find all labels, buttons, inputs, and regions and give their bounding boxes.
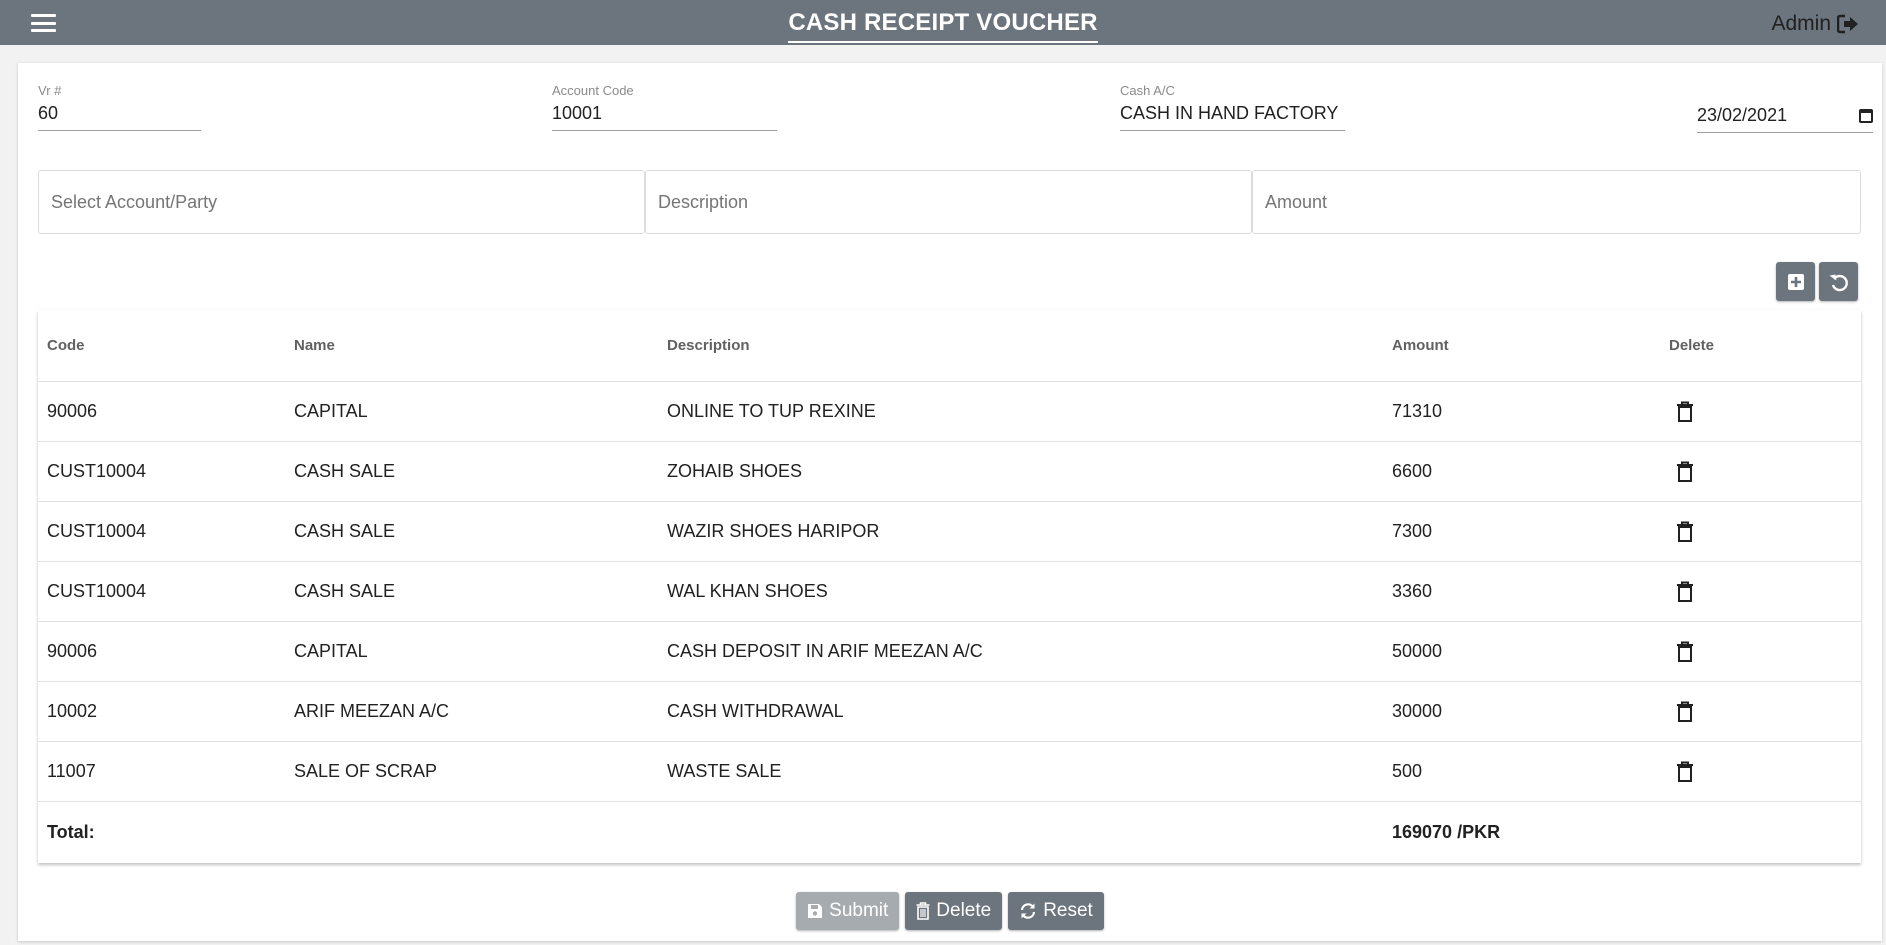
row-amount: 500	[1392, 761, 1423, 781]
row-code: CUST10004	[47, 461, 147, 481]
user-name: Admin	[1771, 12, 1831, 35]
row-description: CASH WITHDRAWAL	[667, 701, 844, 721]
top-app-bar: CASH RECEIPT VOUCHER Admin	[0, 0, 1886, 45]
row-name: ARIF MEEZAN A/C	[294, 701, 450, 721]
description-field[interactable]	[645, 170, 1252, 234]
row-amount: 50000	[1392, 641, 1443, 661]
column-code: Code	[47, 337, 85, 354]
row-description: ONLINE TO TUP REXINE	[667, 401, 876, 421]
column-amount: Amount	[1392, 337, 1449, 354]
trash-icon[interactable]	[1676, 682, 1694, 741]
undo-button[interactable]	[1819, 262, 1858, 301]
total-label: Total:	[47, 821, 95, 842]
trash-icon[interactable]	[1676, 562, 1694, 621]
total-value: 169070 /PKR	[1392, 821, 1501, 842]
trash-icon[interactable]	[1676, 502, 1694, 561]
row-code: 11007	[47, 761, 96, 781]
row-description: WAL KHAN SHOES	[667, 581, 828, 601]
account-code-field[interactable]: Account Code 10001	[552, 83, 777, 131]
trash-icon[interactable]	[1676, 442, 1694, 501]
table-row: CUST10004 CASH SALE WAL KHAN SHOES 3360	[38, 562, 1861, 622]
submit-button[interactable]: Submit	[796, 892, 900, 930]
plus-square-icon	[1787, 273, 1804, 290]
date-field[interactable]: 23/02/2021	[1697, 105, 1873, 133]
reset-button[interactable]: Reset	[1008, 892, 1104, 930]
cash-account-value: CASH IN HAND FACTORY	[1120, 103, 1345, 131]
cash-account-label: Cash A/C	[1120, 83, 1175, 98]
table-row: 11007 SALE OF SCRAP WASTE SALE 500	[38, 742, 1861, 802]
row-amount: 30000	[1392, 701, 1443, 721]
row-description: WASTE SALE	[667, 761, 782, 781]
row-name: CAPITAL	[294, 641, 368, 661]
table-row: 10002 ARIF MEEZAN A/C CASH WITHDRAWAL 30…	[38, 682, 1861, 742]
amount-input[interactable]	[1265, 191, 1848, 213]
trash-icon[interactable]	[1676, 382, 1694, 441]
row-code: CUST10004	[47, 581, 147, 601]
delete-button[interactable]: Delete	[905, 892, 1003, 930]
row-description: CASH DEPOSIT IN ARIF MEEZAN A/C	[667, 641, 983, 661]
account-party-input[interactable]	[51, 191, 632, 213]
undo-icon	[1829, 274, 1848, 291]
vr-number-label: Vr #	[38, 83, 62, 98]
delete-label: Delete	[936, 900, 992, 921]
row-name: CAPITAL	[294, 401, 368, 421]
row-code: 90006	[47, 401, 98, 421]
row-name: SALE OF SCRAP	[294, 761, 438, 781]
description-input[interactable]	[658, 191, 1239, 213]
voucher-card: Vr # 60 Account Code 10001 Cash A/C CASH…	[18, 63, 1882, 941]
trash-icon[interactable]	[1676, 622, 1694, 681]
add-row-button[interactable]	[1776, 262, 1815, 301]
table-row: 90006 CAPITAL CASH DEPOSIT IN ARIF MEEZA…	[38, 622, 1861, 682]
cash-account-field[interactable]: Cash A/C CASH IN HAND FACTORY	[1120, 83, 1345, 131]
vr-number-field[interactable]: Vr # 60	[38, 83, 201, 131]
row-amount: 6600	[1392, 461, 1433, 481]
column-delete: Delete	[1669, 337, 1715, 354]
voucher-entries-table: Code Name Description Amount Delete 9000…	[38, 310, 1861, 863]
table-row: 90006 CAPITAL ONLINE TO TUP REXINE 71310	[38, 382, 1861, 442]
account-code-value: 10001	[552, 103, 777, 131]
column-name: Name	[294, 337, 335, 354]
row-amount: 71310	[1392, 401, 1443, 421]
row-name: CASH SALE	[294, 521, 396, 541]
trash-icon[interactable]	[1676, 742, 1694, 801]
table-header: Code Name Description Amount Delete	[38, 310, 1861, 382]
date-value: 23/02/2021	[1697, 105, 1788, 125]
form-actions: Submit Delete Reset	[18, 892, 1882, 930]
row-name: CASH SALE	[294, 581, 396, 601]
calendar-icon[interactable]	[1859, 108, 1873, 123]
table-row: CUST10004 CASH SALE WAZIR SHOES HARIPOR …	[38, 502, 1861, 562]
table-row: CUST10004 CASH SALE ZOHAIB SHOES 6600	[38, 442, 1861, 502]
refresh-icon	[1021, 903, 1036, 919]
row-code: CUST10004	[47, 521, 147, 541]
row-name: CASH SALE	[294, 461, 396, 481]
table-total-row: Total: 169070 /PKR	[38, 802, 1861, 862]
row-code: 10002	[47, 701, 98, 721]
save-icon	[808, 904, 823, 918]
trash-icon	[916, 902, 930, 920]
row-amount: 7300	[1392, 521, 1433, 541]
submit-label: Submit	[829, 900, 889, 921]
reset-label: Reset	[1043, 900, 1093, 921]
sign-out-icon	[1837, 14, 1858, 34]
row-description: WAZIR SHOES HARIPOR	[667, 521, 880, 541]
column-description: Description	[667, 337, 750, 354]
vr-number-value: 60	[38, 103, 201, 131]
row-description: ZOHAIB SHOES	[667, 461, 803, 481]
account-code-label: Account Code	[552, 83, 634, 98]
row-amount: 3360	[1392, 581, 1433, 601]
page-title: CASH RECEIPT VOUCHER	[0, 9, 1886, 43]
user-menu[interactable]: Admin	[1771, 12, 1859, 36]
row-code: 90006	[47, 641, 98, 661]
account-party-select[interactable]	[38, 170, 645, 234]
amount-field[interactable]	[1252, 170, 1861, 234]
